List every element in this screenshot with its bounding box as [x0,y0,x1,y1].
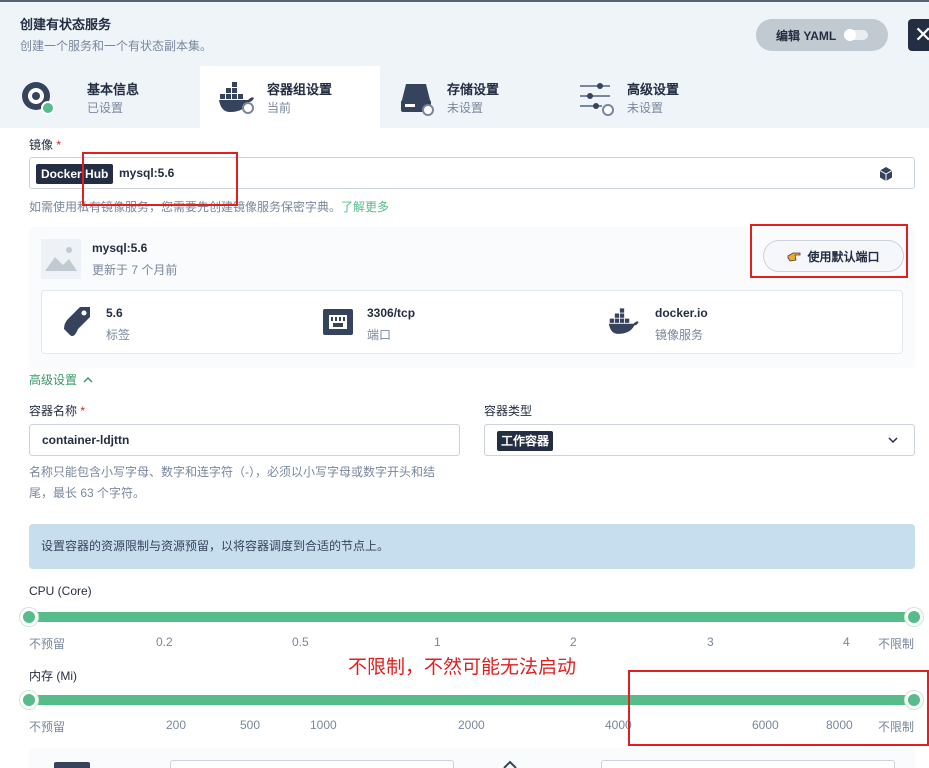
detail-label: 端口 [367,328,392,342]
yaml-switch-icon [844,29,868,41]
learn-more-link[interactable]: 了解更多 [341,200,389,214]
tab-title: 存储设置 [447,82,500,97]
storage-icon [401,84,434,116]
tab-advanced-settings[interactable]: 高级设置 未设置 [560,66,740,128]
detail-tag: 5.6 标签 [42,291,322,355]
detail-value: 3306/tcp [367,306,416,320]
cpu-limit-input[interactable] [170,760,454,768]
cpu-tick: 3 [707,635,714,649]
annotation-box-memory-limit [628,670,929,746]
detail-port: 3306/tcp 端口 [303,291,583,355]
cpu-tick: 1 [434,635,441,649]
chevron-up-icon [83,376,93,383]
modal-title: 创建有状态服务 [20,17,112,32]
memory-label: 内存 (Mi) [29,669,77,683]
container-name-label-text: 容器名称 [29,404,78,418]
chevron-down-icon [888,437,898,444]
cube-icon[interactable] [880,167,892,181]
container-type-select[interactable]: 工作容器 [484,424,915,456]
modal-description: 创建一个服务和一个有状态副本集。 [20,39,213,53]
detail-registry: docker.io 镜像服务 [590,291,880,355]
advanced-settings-label: 高级设置 [29,373,78,387]
container-type-value: 工作容器 [497,431,554,451]
memory-tick: 2000 [458,718,485,732]
tab-storage-settings[interactable]: 存储设置 未设置 [380,66,560,128]
step-tabs: 基本信息 已设置 容器组设置 当前 存储设置 未设置 高级设置 未设置 [0,66,929,128]
tab-status: 已设置 [87,101,124,115]
cpu-slider-track[interactable] [29,612,915,622]
docker-icon [219,82,254,114]
container-name-label: 容器名称 * [29,402,85,419]
image-details: 5.6 标签 3306/tcp 端口 docker.io 镜像服务 [41,290,903,354]
image-placeholder-icon [41,239,81,279]
memory-tick: 200 [166,718,187,732]
memory-tick: 1000 [310,718,337,732]
tag-icon [64,307,90,337]
tab-status: 未设置 [447,101,484,115]
cpu-slider-min-handle[interactable] [20,608,38,626]
memory-icon [503,760,517,768]
tab-basic-info[interactable]: 基本信息 已设置 [0,66,180,128]
cpu-slider-max-handle[interactable] [905,608,923,626]
resource-input-row [29,748,915,768]
cpu-icon [54,762,90,768]
annotation-box-image [82,152,238,206]
image-updated: 更新于 7 个月前 [92,263,178,277]
image-name: mysql:5.6 [92,241,148,255]
tab-container-settings[interactable]: 容器组设置 当前 [200,66,380,128]
memory-tick: 不预留 [29,720,66,734]
resource-info-banner: 设置容器的资源限制与资源预留，以将容器调度到合适的节点上。 [29,524,915,569]
detail-label: 镜像服务 [655,328,704,342]
cpu-tick: 4 [843,635,850,649]
edit-yaml-label: 编辑 YAML [776,28,837,43]
detail-value: docker.io [655,306,708,320]
cpu-tick: 不预留 [29,637,66,651]
container-type-label: 容器类型 [484,404,533,418]
close-button[interactable]: ✕ [908,19,929,51]
container-name-hint-1: 名称只能包含小写字母、数字和连字符（-），必须以小写字母或数字开头和结 [29,465,435,479]
cpu-tick: 0.2 [156,635,173,649]
sliders-icon [580,83,614,116]
tab-title: 基本信息 [87,82,140,97]
port-icon [323,309,353,335]
cpu-label: CPU (Core) [29,584,92,598]
memory-slider-min-handle[interactable] [20,691,38,709]
docker-icon [608,308,639,334]
tab-title: 容器组设置 [267,82,333,97]
tab-title: 高级设置 [627,82,680,97]
required-mark: * [80,404,86,418]
memory-tick: 500 [240,718,261,732]
advanced-settings-toggle[interactable]: 高级设置 [29,371,93,388]
create-statefulset-modal: 创建有状态服务 创建一个服务和一个有状态副本集。 编辑 YAML ✕ 基本信息 … [0,0,929,768]
basic-info-icon [22,82,55,115]
container-name-input[interactable]: container-ldjttn [29,424,460,456]
container-name-hint-2: 尾，最长 63 个字符。 [29,486,146,500]
cpu-tick: 不限制 [878,637,915,651]
image-label-text: 镜像 [29,138,54,152]
cpu-tick: 0.5 [292,635,309,649]
required-mark: * [56,138,62,152]
container-name-value: container-ldjttn [42,433,130,447]
tab-status: 未设置 [627,101,664,115]
image-label: 镜像 * [29,136,61,153]
detail-label: 标签 [106,328,131,342]
cpu-tick: 2 [570,635,577,649]
modal-header: 创建有状态服务 创建一个服务和一个有状态副本集。 编辑 YAML ✕ [0,0,929,66]
annotation-text: 不限制，不然可能无法启动 [348,657,577,678]
detail-value: 5.6 [106,306,123,320]
edit-yaml-toggle[interactable]: 编辑 YAML [756,19,888,51]
memory-limit-input[interactable] [601,760,895,768]
annotation-box-default-port [750,224,908,278]
tab-status: 当前 [267,101,292,115]
